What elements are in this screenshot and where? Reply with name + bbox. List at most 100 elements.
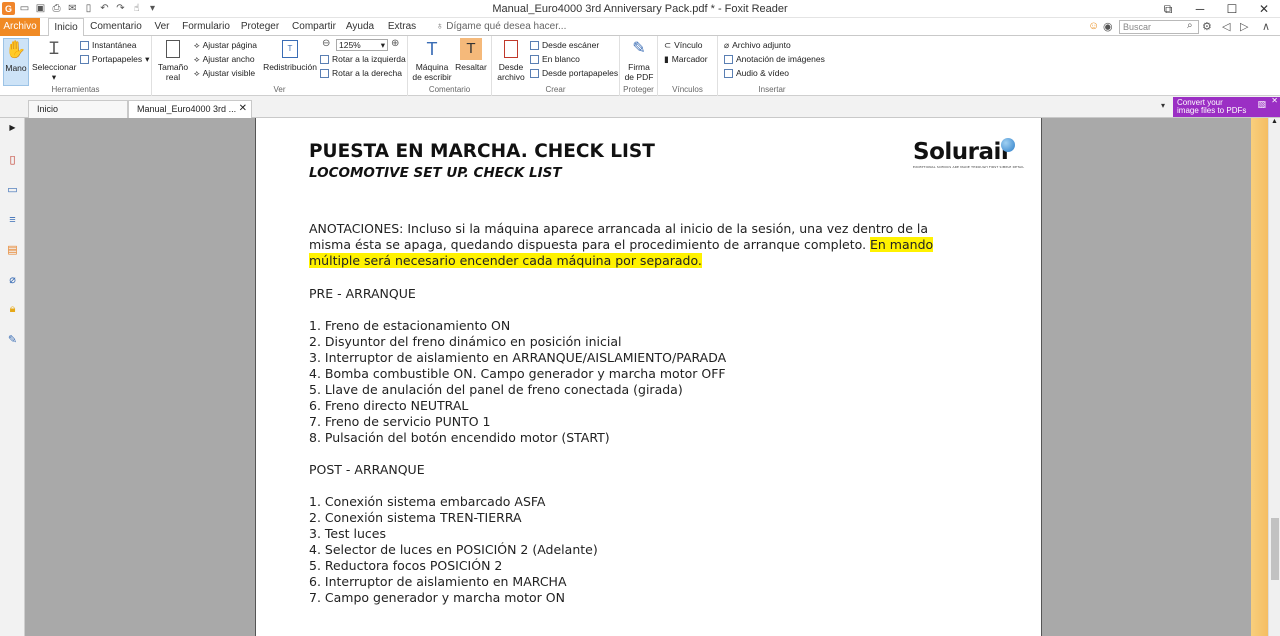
hand-tool-button[interactable]: ✋ Mano bbox=[3, 38, 29, 86]
image-convert-icon: ▧ bbox=[1257, 99, 1266, 109]
customize-qat-icon[interactable]: ▾ bbox=[146, 2, 159, 15]
post-item: 7. Campo generador y marcha motor ON bbox=[309, 590, 565, 605]
search-icon[interactable]: ⌕ bbox=[1187, 20, 1193, 31]
doc-tab-inicio[interactable]: Inicio bbox=[28, 100, 128, 118]
tab-comentario[interactable]: Comentario bbox=[90, 18, 142, 36]
hand-tool-icon[interactable]: ☝ bbox=[130, 2, 143, 15]
minimize-button[interactable]: ─ bbox=[1184, 0, 1216, 18]
comments-panel-icon[interactable]: ▤ bbox=[5, 242, 20, 257]
from-scanner-button[interactable]: Desde escáner bbox=[530, 39, 599, 51]
group-insertar: ⌀ Archivo adjunto Anotación de imágenes A… bbox=[724, 39, 825, 94]
user-icon[interactable]: ◉ bbox=[1103, 20, 1113, 33]
fit-width-button[interactable]: ⟡ Ajustar ancho bbox=[194, 53, 255, 65]
fit-page-button[interactable]: ⟡ Ajustar página bbox=[194, 39, 257, 51]
zoom-out-icon[interactable]: ⊖ bbox=[322, 38, 330, 49]
tab-formulario[interactable]: Formulario bbox=[182, 18, 230, 36]
pre-heading: PRE - ARRANQUE bbox=[309, 286, 416, 301]
smiley-icon[interactable]: ☺ bbox=[1088, 20, 1099, 32]
post-item: 6. Interruptor de aislamiento en MARCHA bbox=[309, 574, 567, 589]
undo-icon[interactable]: ↶ bbox=[98, 2, 111, 15]
pre-item: 8. Pulsación del botón encendido motor (… bbox=[309, 430, 610, 445]
redo-icon[interactable]: ↷ bbox=[114, 2, 127, 15]
media-icon bbox=[724, 68, 733, 78]
pre-item: 5. Llave de anulación del panel de freno… bbox=[309, 382, 683, 397]
vertical-scrollbar[interactable]: ▲ bbox=[1268, 118, 1280, 636]
print-icon[interactable]: ⎙ bbox=[50, 2, 63, 15]
fit-visible-icon: ⟡ bbox=[194, 67, 200, 78]
tab-extras[interactable]: Extras bbox=[386, 18, 418, 36]
window-controls: ⧉ ─ ☐ ✕ bbox=[1152, 0, 1280, 18]
tab-inicio[interactable]: Inicio bbox=[48, 18, 84, 37]
snapshot-button[interactable]: Instantánea bbox=[80, 39, 136, 51]
scroll-thumb[interactable] bbox=[1271, 518, 1279, 580]
lightbulb-icon: ♁ bbox=[436, 21, 444, 32]
tell-me-text: Dígame qué desea hacer... bbox=[446, 21, 567, 32]
tab-compartir[interactable]: Compartir bbox=[290, 18, 338, 36]
restore-ribbon-icon[interactable]: ⧉ bbox=[1152, 0, 1184, 18]
document-tabs: Inicio Manual_Euro4000 3rd ... ✕ bbox=[0, 96, 1280, 118]
scroll-up-icon[interactable]: ▲ bbox=[1271, 118, 1278, 125]
highlight-icon: T bbox=[460, 38, 482, 60]
forward-icon[interactable]: ▷ bbox=[1240, 20, 1248, 33]
signature-panel-icon[interactable]: ✎ bbox=[5, 332, 20, 347]
fit-visible-button[interactable]: ⟡ Ajustar visible bbox=[194, 67, 255, 79]
close-button[interactable]: ✕ bbox=[1248, 0, 1280, 18]
image-annotation-button[interactable]: Anotación de imágenes bbox=[724, 53, 825, 65]
back-icon[interactable]: ◁ bbox=[1222, 20, 1230, 33]
save-icon[interactable]: ▣ bbox=[34, 2, 47, 15]
clipboard-button[interactable]: Portapapeles ▾ bbox=[80, 53, 149, 65]
pdf-page: Solurail EXCEPTIONAL SCENICS ARE MADE TH… bbox=[255, 118, 1275, 636]
ribbon: ✋ Mano Ｉ Seleccionar ▾ Instantánea Porta… bbox=[0, 36, 1280, 96]
tab-ayuda[interactable]: Ayuda bbox=[344, 18, 376, 36]
bookmark-button[interactable]: ▮ Marcador bbox=[664, 53, 708, 65]
ribbon-tabs: Archivo Inicio Comentario Ver Formulario… bbox=[0, 18, 1280, 37]
scanner-icon bbox=[530, 40, 539, 50]
banner-close-icon[interactable]: ✕ bbox=[1271, 97, 1278, 105]
document-canvas[interactable]: Solurail EXCEPTIONAL SCENICS ARE MADE TH… bbox=[25, 118, 1275, 636]
tab-proteger[interactable]: Proteger bbox=[238, 18, 282, 36]
actual-size-button[interactable]: Tamaño real bbox=[156, 38, 190, 82]
link-button[interactable]: ⊂ Vínculo bbox=[664, 39, 702, 51]
typewriter-icon: T bbox=[426, 39, 438, 59]
zoom-select[interactable]: 125% ▾ bbox=[336, 39, 388, 51]
blank-button[interactable]: En blanco bbox=[530, 53, 580, 65]
rotate-right-button[interactable]: Rotar a la derecha bbox=[320, 67, 402, 79]
post-item: 4. Selector de luces en POSICIÓN 2 (Adel… bbox=[309, 542, 598, 557]
maximize-button[interactable]: ☐ bbox=[1216, 0, 1248, 18]
audio-video-button[interactable]: Audio & vídeo bbox=[724, 67, 789, 79]
reflow-icon: T bbox=[279, 38, 301, 60]
reflow-button[interactable]: T Redistribución bbox=[262, 38, 318, 72]
attachments-panel-icon[interactable]: ⌀ bbox=[5, 272, 20, 287]
pages-panel-icon[interactable]: ▭ bbox=[5, 182, 20, 197]
typewriter-button[interactable]: T Máquina de escribir bbox=[412, 38, 452, 82]
layers-panel-icon[interactable]: ≡ bbox=[5, 212, 20, 227]
bookmarks-panel-icon[interactable]: ▯ bbox=[5, 152, 20, 167]
tell-me-box[interactable]: ♁ Dígame qué desea hacer... bbox=[436, 21, 566, 32]
expand-panel-icon[interactable]: ▶ bbox=[5, 120, 20, 135]
from-file-button[interactable]: Desde archivo bbox=[496, 38, 526, 82]
tab-ver[interactable]: Ver bbox=[150, 18, 174, 36]
collapse-ribbon-icon[interactable]: ∧ bbox=[1262, 20, 1270, 33]
convert-banner[interactable]: Convert your image files to PDFs ▧ ✕ bbox=[1173, 97, 1280, 117]
security-panel-icon[interactable]: 🔒︎ bbox=[5, 302, 20, 317]
close-tab-icon[interactable]: ✕ bbox=[239, 101, 247, 117]
doc-tab-current[interactable]: Manual_Euro4000 3rd ... ✕ bbox=[128, 100, 252, 118]
camera-icon bbox=[80, 40, 89, 50]
sign-pdf-button[interactable]: ✎ Firma de PDF bbox=[622, 38, 656, 83]
zoom-in-icon[interactable]: ⊕ bbox=[391, 38, 399, 49]
settings-icon[interactable]: ⚙ bbox=[1202, 20, 1212, 33]
highlight-button[interactable]: T Resaltar bbox=[454, 38, 488, 72]
new-pdf-icon[interactable]: ▯ bbox=[82, 2, 95, 15]
paperclip-icon: ⌀ bbox=[724, 39, 730, 50]
rotate-left-button[interactable]: Rotar a la izquierda bbox=[320, 53, 406, 65]
select-button[interactable]: Ｉ Seleccionar ▾ bbox=[32, 38, 76, 82]
group-crear: Desde archivo Desde escáner En blanco De… bbox=[492, 36, 620, 96]
attachment-button[interactable]: ⌀ Archivo adjunto bbox=[724, 39, 791, 51]
open-icon[interactable]: ▭ bbox=[18, 2, 31, 15]
tab-archivo[interactable]: Archivo bbox=[0, 18, 40, 36]
email-icon[interactable]: ✉ bbox=[66, 2, 79, 15]
tab-list-dropdown-icon[interactable]: ▾ bbox=[1161, 101, 1165, 110]
select-text-icon: Ｉ bbox=[45, 39, 63, 58]
rotate-left-icon bbox=[320, 54, 329, 64]
from-clipboard-button[interactable]: Desde portapapeles bbox=[530, 67, 618, 79]
